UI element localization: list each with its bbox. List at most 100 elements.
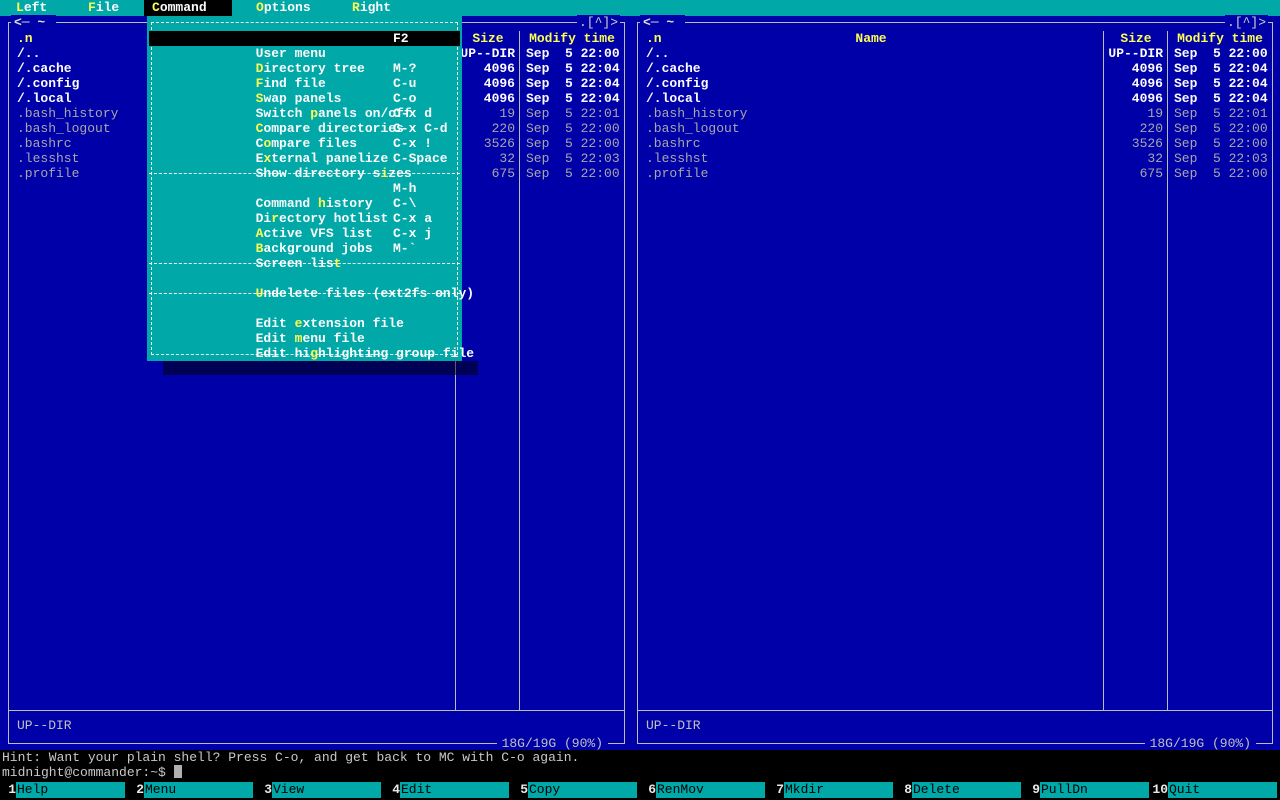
right-panel-path[interactable]: <─ ~ [640, 15, 686, 30]
sort-indicator[interactable]: .n [17, 31, 33, 46]
sort-indicator[interactable]: .n [646, 31, 662, 46]
left-panel-path[interactable]: <─ ~ [11, 15, 57, 30]
function-key-button[interactable]: 7 Mkdir [768, 782, 896, 798]
file-row[interactable]: /.. UP--DIR Sep 5 22:00 [638, 46, 1272, 61]
file-size: 675 [1139, 166, 1163, 181]
column-header-size[interactable]: Size [456, 31, 520, 46]
hint-line: Hint: Want your plain shell? Press C-o, … [2, 750, 580, 765]
right-file-list: /.. UP--DIR Sep 5 22:00 /.cache 4096 Sep… [638, 46, 1272, 181]
function-key-bar: 1 Help 2 Menu 3 View 4 Edit 5 Copy 6 Ren… [0, 780, 1280, 800]
menu-item[interactable]: Background jobs C-x j [149, 226, 460, 256]
column-header-name[interactable]: Name [638, 31, 1104, 46]
menu-options[interactable]: Options [256, 0, 311, 16]
column-header-mtime[interactable]: Modify time [520, 31, 624, 46]
function-key-number: 10 [1152, 782, 1168, 798]
function-key-button[interactable]: 3 View [256, 782, 384, 798]
menu-item-shortcut: C-o [393, 91, 417, 106]
file-mtime: Sep 5 22:03 [526, 151, 620, 166]
menu-item[interactable]: Screen list M-` [149, 241, 460, 271]
function-key-number: 4 [384, 782, 400, 798]
menu-item[interactable]: Edit menu file [149, 316, 460, 346]
menu-item[interactable]: External panelize C-x ! [149, 136, 460, 166]
menu-item[interactable]: Swap panels C-u [149, 76, 460, 106]
file-size: 32 [1147, 151, 1163, 166]
mini-status-divider [9, 710, 624, 711]
function-key-button[interactable]: 4 Edit [384, 782, 512, 798]
function-key-label: View [272, 782, 381, 798]
function-key-label: PullDn [1040, 782, 1149, 798]
menu-item[interactable]: Switch panels on/off C-o [149, 91, 460, 121]
file-size: 19 [499, 106, 515, 121]
column-header-mtime[interactable]: Modify time [1168, 31, 1272, 46]
file-mtime: Sep 5 22:04 [1174, 91, 1268, 106]
menu-item-shortcut: C-\ [393, 196, 417, 211]
file-size: UP--DIR [1108, 46, 1163, 61]
function-key-label: Copy [528, 782, 637, 798]
terminal-area: Hint: Want your plain shell? Press C-o, … [0, 750, 1280, 800]
function-key-button[interactable]: 5 Copy [512, 782, 640, 798]
menu-file[interactable]: File [88, 0, 119, 16]
file-mtime: Sep 5 22:00 [1174, 121, 1268, 136]
menu-item[interactable]: Find file M-? [149, 61, 460, 91]
file-row[interactable]: /.local 4096 Sep 5 22:04 [638, 91, 1272, 106]
menu-item[interactable]: Undelete files (ext2fs only) [149, 271, 474, 301]
menu-item[interactable]: Edit extension file [149, 301, 460, 331]
menu-item[interactable]: Compare directories C-x d [149, 106, 460, 136]
file-row[interactable]: .bashrc 3526 Sep 5 22:00 [638, 136, 1272, 151]
mini-status-divider [638, 710, 1272, 711]
file-mtime: Sep 5 22:00 [526, 136, 620, 151]
left-panel-corner-buttons[interactable]: .[^]> [576, 15, 620, 30]
menu-item[interactable]: Compare files C-x C-d [149, 121, 460, 151]
menu-item[interactable]: Edit highlighting group file [149, 331, 474, 361]
left-disk-usage: 18G/19G (90%) [496, 736, 608, 751]
menu-item[interactable] [149, 286, 460, 301]
menu-item[interactable] [149, 166, 460, 181]
shell-command-line[interactable]: midnight@commander:~$ [0, 765, 1280, 780]
menu-item[interactable]: Directory tree [149, 46, 460, 76]
menu-left[interactable]: Left [16, 0, 47, 16]
file-row[interactable]: .profile 675 Sep 5 22:00 [638, 166, 1272, 181]
menu-command-selected[interactable]: Command [144, 0, 232, 16]
file-size: 4096 [483, 61, 515, 76]
menu-item-shortcut: C-x d [393, 106, 433, 121]
function-key-button[interactable]: 1 Help [0, 782, 128, 798]
menu-item-shortcut: C-x C-d [393, 121, 448, 136]
function-key-button[interactable]: 6 RenMov [640, 782, 768, 798]
file-row[interactable]: /.config 4096 Sep 5 22:04 [638, 76, 1272, 91]
right-panel-column-headers[interactable]: .n Name Size Modify time [638, 31, 1272, 46]
function-key-button[interactable]: 2 Menu [128, 782, 256, 798]
function-key-button[interactable]: 8 Delete [896, 782, 1024, 798]
file-size: 3526 [483, 136, 515, 151]
menu-item-shortcut: C-u [393, 76, 417, 91]
file-size: 4096 [1131, 61, 1163, 76]
column-header-size[interactable]: Size [1104, 31, 1168, 46]
file-row[interactable]: .bash_history 19 Sep 5 22:01 [638, 106, 1272, 121]
menu-right[interactable]: Right [352, 0, 391, 16]
function-key-number: 6 [640, 782, 656, 798]
file-row[interactable]: /.cache 4096 Sep 5 22:04 [638, 61, 1272, 76]
file-size: 4096 [483, 76, 515, 91]
menu-item-shortcut: F2 [393, 31, 409, 46]
file-name: .lesshst [646, 151, 709, 166]
function-key-label: RenMov [656, 782, 765, 798]
file-size: 4096 [483, 91, 515, 106]
file-size: 4096 [1131, 91, 1163, 106]
file-name: .bash_history [646, 106, 748, 121]
function-key-button[interactable]: 10 Quit [1152, 782, 1280, 798]
file-row[interactable]: .lesshst 32 Sep 5 22:03 [638, 151, 1272, 166]
file-row[interactable]: .bash_logout 220 Sep 5 22:00 [638, 121, 1272, 136]
menu-item-shortcut: C-x j [393, 226, 433, 241]
menu-item[interactable]: Command history M-h [149, 181, 460, 211]
menu-item[interactable]: Show directory sizes C-Space [149, 151, 460, 181]
right-panel-corner-buttons[interactable]: .[^]> [1224, 15, 1268, 30]
file-mtime: Sep 5 22:01 [526, 106, 620, 121]
function-key-label: Delete [912, 782, 1021, 798]
function-key-number: 9 [1024, 782, 1040, 798]
menu-item[interactable] [149, 256, 460, 271]
workspace: <─ ~ .[^]> .nName Size Modify time /.. U… [0, 15, 1280, 751]
menu-item[interactable]: User menu F2 [149, 31, 460, 61]
function-key-button[interactable]: 9 PullDn [1024, 782, 1152, 798]
menu-item-shortcut: M-` [393, 241, 417, 256]
menu-item[interactable]: Directory hotlist C-\ [149, 196, 460, 226]
menu-item[interactable]: Active VFS list C-x a [149, 211, 460, 241]
